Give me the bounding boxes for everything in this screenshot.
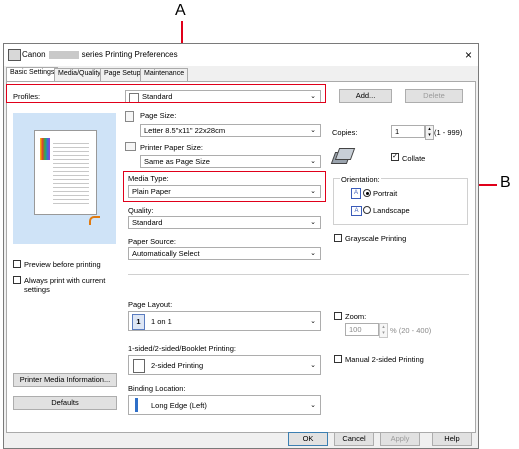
page-size-value: Letter 8.5"x11" 22x28cm	[144, 126, 226, 135]
redacted-model	[48, 50, 79, 59]
title-bar: Canon series Printing Preferences ×	[4, 44, 478, 66]
page-layout-dropdown[interactable]: 1 1 on 1 ⌄	[128, 311, 321, 331]
binding-label: Binding Location:	[128, 384, 186, 393]
preview-label: Preview before printing	[24, 260, 101, 269]
chevron-down-icon: ⌄	[310, 158, 316, 165]
basic-settings-panel: Profiles: Standard ⌄ Add... Delete Page …	[6, 81, 476, 433]
chevron-down-icon: ⌄	[310, 219, 316, 226]
chevron-down-icon: ⌄	[310, 318, 316, 325]
printer-app-icon	[8, 49, 21, 61]
page-layout-value: 1 on 1	[151, 317, 172, 326]
grayscale-checkbox[interactable]	[334, 234, 342, 242]
copies-range: (1 - 999)	[434, 128, 463, 137]
paper-source-value: Automatically Select	[132, 249, 200, 258]
zoom-spinner[interactable]: ▴ ▾	[379, 323, 388, 338]
binding-icon	[135, 398, 138, 412]
copies-spinner[interactable]: ▴ ▾	[425, 125, 434, 140]
printing-preferences-window: Canon series Printing Preferences × Basic…	[3, 43, 479, 449]
collate-checkbox[interactable]: ✓	[391, 153, 399, 161]
page-size-dropdown[interactable]: Letter 8.5"x11" 22x28cm ⌄	[140, 124, 321, 137]
chevron-down-icon: ⌄	[310, 127, 316, 134]
always-print-checkbox[interactable]	[13, 276, 21, 284]
printer-paper-size-label: Printer Paper Size:	[140, 143, 203, 152]
duplex-dropdown[interactable]: 2-sided Printing ⌄	[128, 355, 321, 375]
title-prefix: Canon	[22, 50, 46, 59]
collate-icon	[330, 146, 356, 164]
printer-paper-size-value: Same as Page Size	[144, 157, 210, 166]
window-title: Canon series Printing Preferences	[22, 50, 178, 59]
apply-button[interactable]: Apply	[380, 432, 420, 446]
paper-source-dropdown[interactable]: Automatically Select ⌄	[128, 247, 321, 260]
zoom-label: Zoom:	[345, 312, 367, 321]
quality-value: Standard	[132, 218, 163, 227]
portrait-label: Portrait	[373, 189, 398, 198]
zoom-input[interactable]: 100	[345, 323, 379, 336]
preview-page	[34, 130, 97, 215]
printer-paper-size-dropdown[interactable]: Same as Page Size ⌄	[140, 155, 321, 168]
chevron-down-icon: ⌄	[310, 402, 316, 409]
help-button[interactable]: Help	[432, 432, 472, 446]
chevron-down-icon: ⌄	[310, 250, 316, 257]
preview-checkbox[interactable]	[13, 260, 21, 268]
manual-duplex-checkbox[interactable]	[334, 355, 342, 363]
title-suffix: series Printing Preferences	[81, 50, 178, 59]
delete-profile-button[interactable]: Delete	[405, 89, 463, 103]
cancel-button[interactable]: Cancel	[334, 432, 374, 446]
add-profile-button[interactable]: Add...	[339, 89, 392, 103]
copies-label: Copies:	[332, 128, 358, 137]
quality-label: Quality:	[128, 206, 154, 215]
copies-value: 1	[395, 127, 400, 136]
page-layout-label: Page Layout:	[128, 300, 173, 309]
print-preview	[13, 113, 116, 244]
manual-duplex-label: Manual 2-sided Printing	[345, 355, 424, 364]
section-divider	[128, 274, 469, 275]
zoom-range: % (20 - 400)	[390, 326, 432, 335]
close-icon[interactable]: ×	[465, 48, 472, 62]
landscape-label: Landscape	[373, 206, 410, 215]
copies-input[interactable]: 1	[391, 125, 425, 138]
collate-label: Collate	[402, 154, 426, 163]
duplex-value: 2-sided Printing	[151, 361, 204, 370]
orientation-group	[333, 178, 468, 225]
orientation-label: Orientation:	[340, 175, 381, 184]
binding-dropdown[interactable]: Long Edge (Left) ⌄	[128, 395, 321, 415]
callout-a-box	[6, 84, 326, 103]
zoom-value: 100	[349, 325, 362, 334]
grayscale-label: Grayscale Printing	[345, 234, 407, 243]
paper-source-label: Paper Source:	[128, 237, 176, 246]
preview-image	[40, 138, 50, 160]
ok-button[interactable]: OK	[288, 432, 328, 446]
callout-letter-b: B	[500, 174, 511, 191]
defaults-button[interactable]: Defaults	[13, 396, 117, 410]
duplex-icon	[133, 359, 145, 373]
callout-letter-a: A	[175, 2, 186, 19]
always-print-label: Always print with current settings	[24, 276, 106, 294]
zoom-checkbox[interactable]	[334, 312, 342, 320]
page-size-label: Page Size:	[140, 111, 177, 120]
duplex-label: 1-sided/2-sided/Booklet Printing:	[128, 344, 236, 353]
portrait-radio[interactable]	[363, 189, 371, 197]
portrait-icon: A	[351, 188, 361, 199]
landscape-radio[interactable]	[363, 206, 371, 214]
page-layout-badge: 1	[132, 314, 145, 330]
landscape-icon: A	[351, 206, 362, 216]
binding-value: Long Edge (Left)	[151, 401, 207, 410]
printer-media-info-button[interactable]: Printer Media Information...	[13, 373, 117, 387]
quality-dropdown[interactable]: Standard ⌄	[128, 216, 321, 229]
chevron-down-icon: ⌄	[310, 362, 316, 369]
printer-icon	[125, 142, 136, 151]
callout-b-box	[123, 171, 326, 202]
staple-icon	[89, 216, 100, 225]
page-size-icon	[125, 111, 134, 122]
preview-text-lines	[53, 140, 89, 204]
